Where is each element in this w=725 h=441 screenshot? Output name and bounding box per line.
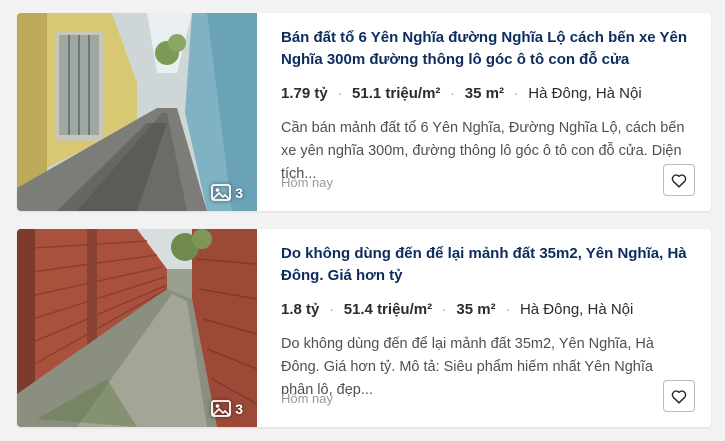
listing-card[interactable]: 3 Bán đất tổ 6 Yên Nghĩa đường Nghĩa Lộ …	[17, 13, 711, 211]
alley-photo	[17, 13, 257, 211]
listing-posted-date: Hôm nay	[281, 175, 334, 190]
separator-dot: ·	[329, 302, 334, 317]
separator-dot: ·	[337, 86, 343, 101]
listing-description: Do không dùng đến để lại mảnh đất 35m2, …	[281, 336, 654, 398]
favorite-button[interactable]	[663, 380, 695, 412]
listing-specs: 1.8 tỷ · 51.4 triệu/m² · 35 m² · Hà Đông…	[281, 301, 695, 318]
listing-thumbnail[interactable]: 3	[17, 229, 257, 427]
separator-dot: ·	[513, 86, 519, 101]
listing-price-per-m2: 51.1 triệu/m²	[352, 85, 441, 102]
heart-icon	[671, 173, 687, 188]
photo-count-value: 3	[235, 400, 243, 417]
listing-area: 35 m²	[456, 301, 496, 318]
alley-photo	[17, 229, 257, 427]
listing-price-per-m2: 51.4 triệu/m²	[343, 301, 433, 318]
listing-title[interactable]: Do không dùng đến để lại mảnh đất 35m2, …	[281, 243, 695, 287]
image-gallery-icon	[211, 400, 232, 417]
heart-icon	[671, 389, 687, 404]
listing-location: Hà Đông, Hà Nội	[528, 85, 642, 102]
listing-thumbnail[interactable]: 3	[17, 13, 257, 211]
photo-count-value: 3	[235, 184, 243, 201]
photo-count-badge: 3	[211, 400, 243, 417]
listing-area: 35 m²	[464, 85, 504, 102]
photo-count-badge: 3	[211, 184, 243, 201]
listing-price: 1.79 tỷ	[281, 85, 328, 102]
separator-dot: ·	[450, 86, 455, 101]
listing-specs: 1.79 tỷ · 51.1 triệu/m² · 35 m² · Hà Đôn…	[281, 85, 695, 102]
listing-description: Cần bán mảnh đất tổ 6 Yên Nghĩa, Đường N…	[281, 120, 685, 182]
separator-dot: ·	[442, 302, 447, 317]
favorite-button[interactable]	[663, 164, 695, 196]
listing-card[interactable]: 3 Do không dùng đến để lại mảnh đất 35m2…	[17, 229, 711, 427]
listing-title[interactable]: Bán đất tổ 6 Yên Nghĩa đường Nghĩa Lộ cá…	[281, 27, 695, 71]
listing-location: Hà Đông, Hà Nội	[519, 301, 634, 318]
listing-posted-date: Hôm nay	[281, 391, 334, 406]
listing-price: 1.8 tỷ	[281, 301, 320, 318]
separator-dot: ·	[505, 302, 510, 317]
image-gallery-icon	[211, 184, 232, 201]
